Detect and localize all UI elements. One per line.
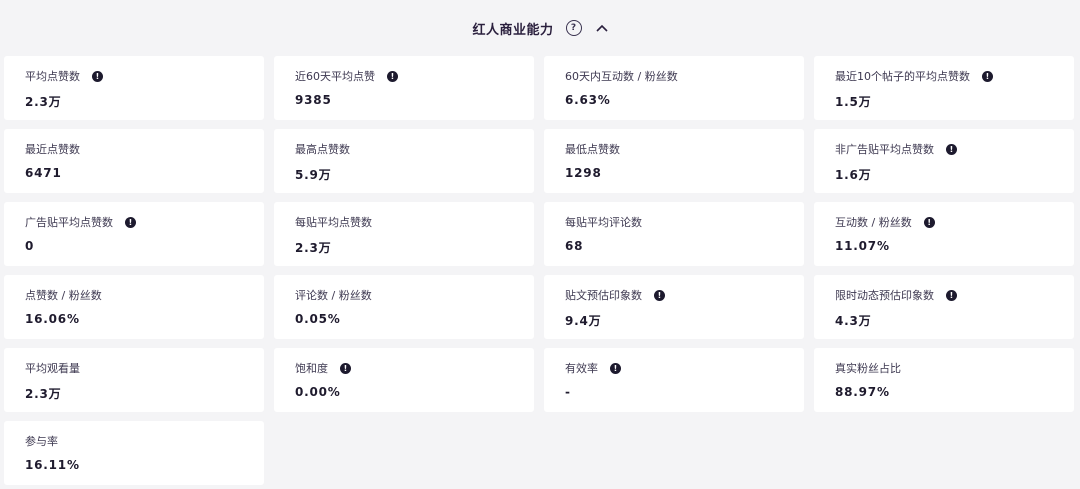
metric-value: 16.11% xyxy=(25,458,80,472)
metric-value: 11.07% xyxy=(835,239,890,253)
metric-card: 有效率! - xyxy=(544,348,804,412)
info-icon[interactable]: ! xyxy=(923,216,935,228)
metric-label-row: 真实粉丝占比 xyxy=(835,360,1074,376)
info-icon[interactable]: ! xyxy=(946,143,957,155)
metric-label-row: 饱和度! xyxy=(295,360,534,376)
info-icon[interactable]: ! xyxy=(340,362,351,374)
metric-card: 点赞数 / 粉丝数 16.06% xyxy=(4,275,264,339)
metric-value: 9.4万 xyxy=(565,314,602,328)
metric-label-row: 参与率 xyxy=(25,433,264,449)
metric-label-row: 平均观看量 xyxy=(25,360,264,376)
metric-card: 互动数 / 粉丝数! 11.07% xyxy=(814,202,1074,266)
metric-label-row: 每贴平均点赞数 xyxy=(295,214,534,230)
metric-card: 平均点赞数! 2.3万 xyxy=(4,56,264,120)
metric-value: 9385 xyxy=(295,93,332,107)
metric-value: 0.05% xyxy=(295,312,341,326)
metric-value: 2.3万 xyxy=(295,241,332,255)
metric-card: 最低点赞数 1298 xyxy=(544,129,804,193)
metric-label: 最近10个帖子的平均点赞数 xyxy=(835,70,970,83)
info-icon[interactable]: ! xyxy=(654,289,665,301)
metric-label: 每贴平均评论数 xyxy=(565,216,642,229)
metric-card: 非广告贴平均点赞数! 1.6万 xyxy=(814,129,1074,193)
metric-value: 88.97% xyxy=(835,385,890,399)
metric-card: 最高点赞数 5.9万 xyxy=(274,129,534,193)
metric-label: 有效率 xyxy=(565,362,598,375)
metric-card: 最近点赞数 6471 xyxy=(4,129,264,193)
metric-label: 最高点赞数 xyxy=(295,143,350,156)
metric-card: 饱和度! 0.00% xyxy=(274,348,534,412)
metric-value: 68 xyxy=(565,239,584,253)
metric-label: 互动数 / 粉丝数 xyxy=(835,216,912,229)
metric-label: 饱和度 xyxy=(295,362,328,375)
metric-label: 每贴平均点赞数 xyxy=(295,216,372,229)
metric-label: 真实粉丝占比 xyxy=(835,362,901,375)
metric-card: 平均观看量 2.3万 xyxy=(4,348,264,412)
question-circle-icon[interactable]: ? xyxy=(565,20,582,36)
metric-label-row: 贴文预估印象数! xyxy=(565,287,804,303)
metric-label: 最低点赞数 xyxy=(565,143,620,156)
metric-value: 1.6万 xyxy=(835,168,872,182)
metric-value: - xyxy=(565,385,571,399)
metric-label-row: 近60天平均点赞! xyxy=(295,68,534,84)
metric-label: 平均点赞数 xyxy=(25,70,80,83)
metric-value: 2.3万 xyxy=(25,95,62,109)
section-header: 红人商业能力 ? xyxy=(0,14,1080,42)
metric-label-row: 最近点赞数 xyxy=(25,141,264,157)
metric-label: 贴文预估印象数 xyxy=(565,289,642,302)
metric-label: 最近点赞数 xyxy=(25,143,80,156)
info-icon[interactable]: ! xyxy=(610,362,621,374)
metric-label-row: 每贴平均评论数 xyxy=(565,214,804,230)
metric-card: 贴文预估印象数! 9.4万 xyxy=(544,275,804,339)
metric-label: 参与率 xyxy=(25,435,58,448)
metric-card: 真实粉丝占比 88.97% xyxy=(814,348,1074,412)
metric-value: 0.00% xyxy=(295,385,341,399)
metric-value: 2.3万 xyxy=(25,387,62,401)
metric-label-row: 最高点赞数 xyxy=(295,141,534,157)
metric-label-row: 广告贴平均点赞数! xyxy=(25,214,264,230)
metric-card: 限时动态预估印象数! 4.3万 xyxy=(814,275,1074,339)
metric-value: 1.5万 xyxy=(835,95,872,109)
metric-label: 广告贴平均点赞数 xyxy=(25,216,113,229)
metric-label-row: 平均点赞数! xyxy=(25,68,264,84)
info-icon[interactable]: ! xyxy=(387,70,398,82)
metric-label-row: 点赞数 / 粉丝数 xyxy=(25,287,264,303)
metric-label-row: 最近10个帖子的平均点赞数! xyxy=(835,68,1074,84)
metric-label: 点赞数 / 粉丝数 xyxy=(25,289,102,302)
metric-card: 评论数 / 粉丝数 0.05% xyxy=(274,275,534,339)
metric-label-row: 有效率! xyxy=(565,360,804,376)
metric-label: 平均观看量 xyxy=(25,362,80,375)
metric-card: 近60天平均点赞! 9385 xyxy=(274,56,534,120)
info-icon[interactable]: ! xyxy=(982,70,993,82)
info-icon[interactable]: ! xyxy=(92,70,103,82)
metric-label: 近60天平均点赞 xyxy=(295,70,375,83)
metric-value: 6.63% xyxy=(565,93,611,107)
metric-card: 每贴平均点赞数 2.3万 xyxy=(274,202,534,266)
metric-label: 非广告贴平均点赞数 xyxy=(835,143,934,156)
metric-label-row: 最低点赞数 xyxy=(565,141,804,157)
metric-card: 参与率 16.11% xyxy=(4,421,264,485)
metrics-grid: 平均点赞数! 2.3万 近60天平均点赞! 9385 60天内互动数 / 粉丝数 6.63… xyxy=(4,56,1074,485)
section-title: 红人商业能力 xyxy=(472,22,554,38)
metric-label-row: 60天内互动数 / 粉丝数 xyxy=(565,68,804,84)
metric-value: 6471 xyxy=(25,166,62,180)
metric-label: 评论数 / 粉丝数 xyxy=(295,289,372,302)
metric-card: 每贴平均评论数 68 xyxy=(544,202,804,266)
metric-value: 5.9万 xyxy=(295,168,332,182)
metric-label-row: 互动数 / 粉丝数! xyxy=(835,214,1074,230)
metric-label-row: 非广告贴平均点赞数! xyxy=(835,141,1074,157)
metric-label: 限时动态预估印象数 xyxy=(835,289,934,302)
metric-card: 广告贴平均点赞数! 0 xyxy=(4,202,264,266)
info-icon[interactable]: ! xyxy=(946,289,957,301)
metric-value: 4.3万 xyxy=(835,314,872,328)
metric-card: 60天内互动数 / 粉丝数 6.63% xyxy=(544,56,804,120)
metric-label-row: 评论数 / 粉丝数 xyxy=(295,287,534,303)
chevron-up-icon[interactable] xyxy=(595,22,608,34)
metric-card: 最近10个帖子的平均点赞数! 1.5万 xyxy=(814,56,1074,120)
metric-label-row: 限时动态预估印象数! xyxy=(835,287,1074,303)
metric-value: 0 xyxy=(25,239,35,253)
info-icon[interactable]: ! xyxy=(125,216,136,228)
metric-value: 1298 xyxy=(565,166,602,180)
metric-label: 60天内互动数 / 粉丝数 xyxy=(565,70,678,83)
metric-value: 16.06% xyxy=(25,312,80,326)
